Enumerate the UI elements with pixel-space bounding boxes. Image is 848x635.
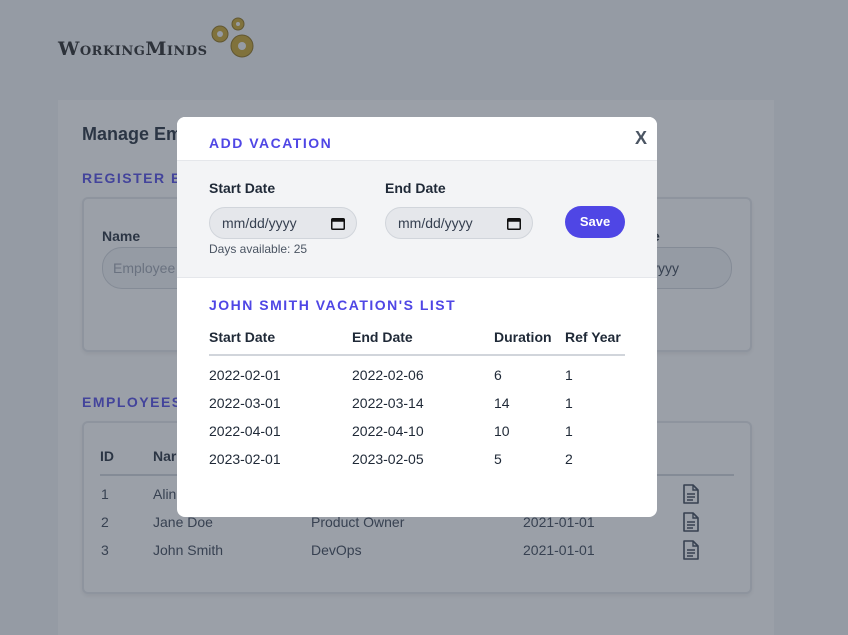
vacation-end-date: 2022-02-06 [352, 367, 424, 383]
vacation-duration: 14 [494, 395, 510, 411]
calendar-icon[interactable] [507, 217, 521, 230]
start-date-input[interactable]: mm/dd/yyyy [209, 207, 357, 239]
vacation-start-date: 2023-02-01 [209, 451, 281, 467]
end-date-label: End Date [385, 180, 446, 196]
start-date-placeholder: mm/dd/yyyy [222, 215, 297, 231]
vacation-duration: 5 [494, 451, 502, 467]
save-button[interactable]: Save [565, 206, 625, 238]
vacation-end-date: 2022-03-14 [352, 395, 424, 411]
vacation-duration: 6 [494, 367, 502, 383]
vacation-ref-year: 1 [565, 395, 573, 411]
duration-header: Duration [494, 329, 552, 345]
modal-title: ADD VACATION [209, 135, 333, 151]
vacation-start-date: 2022-04-01 [209, 423, 281, 439]
vacation-end-date: 2023-02-05 [352, 451, 424, 467]
vacation-form: Start Date End Date mm/dd/yyyy mm/dd/yyy… [177, 161, 657, 278]
vacation-table-divider [209, 354, 625, 356]
start-date-header: Start Date [209, 329, 276, 345]
end-date-input[interactable]: mm/dd/yyyy [385, 207, 533, 239]
ref-year-header: Ref Year [565, 329, 621, 345]
end-date-header: End Date [352, 329, 413, 345]
days-available: Days available: 25 [209, 242, 308, 256]
vacation-ref-year: 1 [565, 423, 573, 439]
calendar-icon[interactable] [331, 217, 345, 230]
modal-header: ADD VACATION X [177, 117, 657, 161]
add-vacation-modal: ADD VACATION X Start Date End Date mm/dd… [177, 117, 657, 517]
close-button[interactable]: X [635, 128, 647, 149]
vacation-list-title: JOHN SMITH VACATION'S LIST [209, 297, 457, 313]
vacation-ref-year: 2 [565, 451, 573, 467]
vacation-duration: 10 [494, 423, 510, 439]
vacation-ref-year: 1 [565, 367, 573, 383]
vacation-end-date: 2022-04-10 [352, 423, 424, 439]
end-date-placeholder: mm/dd/yyyy [398, 215, 473, 231]
vacation-start-date: 2022-03-01 [209, 395, 281, 411]
start-date-label: Start Date [209, 180, 276, 196]
vacation-start-date: 2022-02-01 [209, 367, 281, 383]
